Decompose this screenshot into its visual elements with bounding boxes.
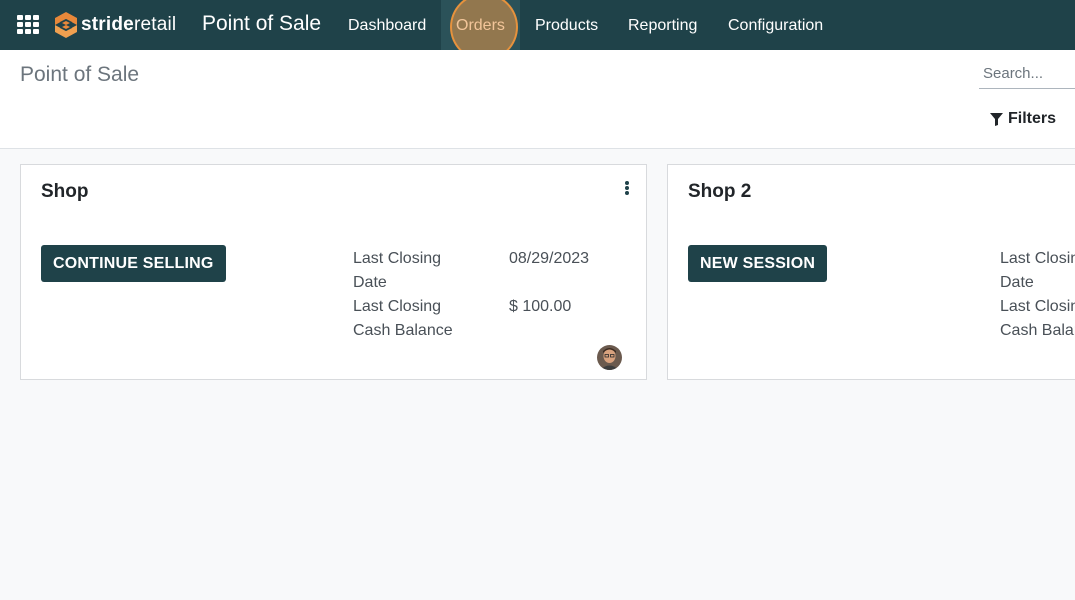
- last-closing-cash-value: $ 100.00: [509, 298, 572, 315]
- nav-products[interactable]: Products: [520, 0, 613, 50]
- nav-configuration[interactable]: Configuration: [713, 0, 838, 50]
- filters-button[interactable]: Filters: [990, 110, 1056, 128]
- top-navbar: strideretail Point of Sale Dashboard Ord…: [0, 0, 1075, 61]
- shop-card: Shop Continue Selling Last Closing Date …: [20, 164, 647, 380]
- continue-selling-button[interactable]: Continue Selling: [41, 245, 226, 282]
- control-panel: Point of Sale Filters: [0, 50, 1075, 149]
- shop-name[interactable]: Shop 2: [688, 181, 751, 203]
- nav-reporting[interactable]: Reporting: [613, 0, 712, 50]
- last-closing-date-value: 08/29/2023: [509, 250, 590, 267]
- nav-orders[interactable]: Orders: [441, 0, 520, 50]
- nav-dashboard[interactable]: Dashboard: [333, 0, 441, 50]
- apps-grid-icon[interactable]: [17, 15, 39, 35]
- last-closing-date-label: Last Closing Date: [1000, 250, 1075, 291]
- last-closing-date-label: Last Closing Date: [353, 250, 442, 291]
- new-session-button[interactable]: New Session: [688, 245, 828, 282]
- search-input[interactable]: [979, 59, 1075, 88]
- filter-icon: [990, 112, 1003, 126]
- brand-logo[interactable]: strideretail: [54, 11, 176, 39]
- last-closing-cash-label: Last Closing Cash Balance: [1000, 298, 1075, 339]
- search-box: [979, 59, 1075, 89]
- filters-label: Filters: [1008, 110, 1057, 127]
- last-closing-cash-label: Last Closing Cash Balance: [353, 298, 453, 339]
- app-title[interactable]: Point of Sale: [202, 12, 321, 36]
- brand-name: strideretail: [81, 14, 177, 35]
- shop-card: Shop 2 New Session Last Closing Date Las…: [667, 164, 1075, 380]
- page-title: Point of Sale: [20, 63, 140, 86]
- brand-logo-icon: [55, 12, 77, 38]
- avatar-image: [597, 345, 622, 370]
- kebab-menu-icon[interactable]: [624, 181, 630, 195]
- user-avatar[interactable]: [597, 345, 622, 370]
- shop-name[interactable]: Shop: [41, 181, 89, 203]
